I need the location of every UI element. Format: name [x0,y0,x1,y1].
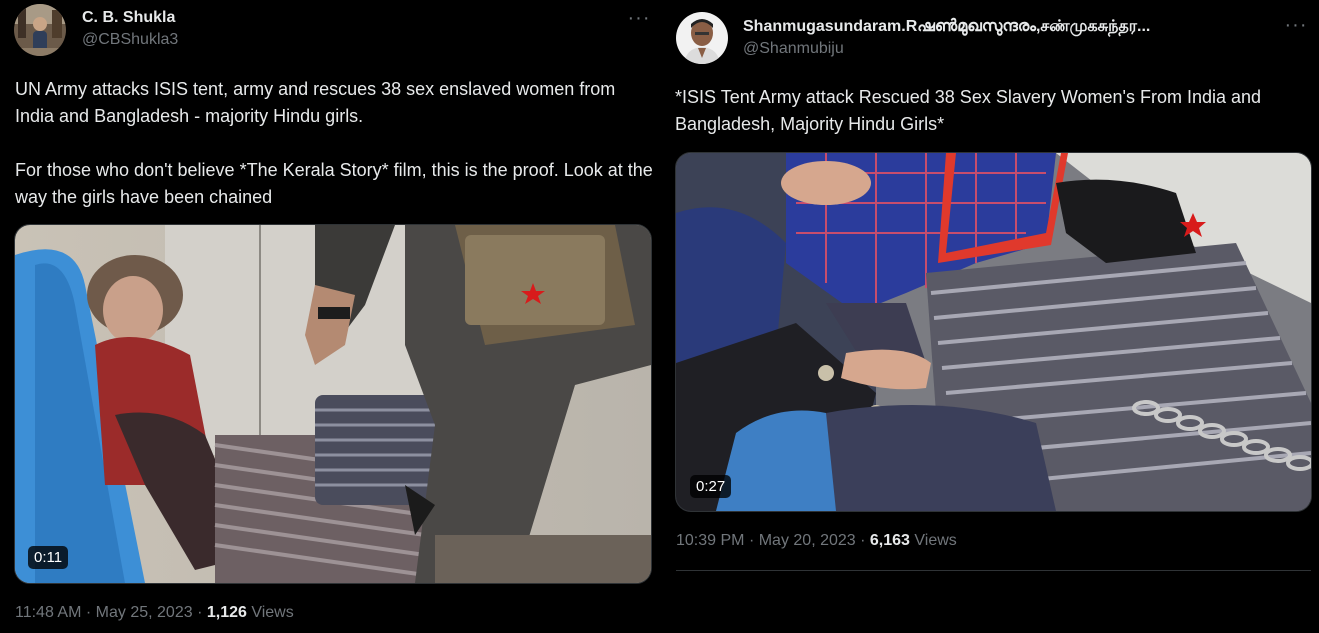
tweet-shanmubiju[interactable]: Shanmugasundaram.Rഷൺമുഖസുന്ദരം,சண்முகசுந… [660,0,1319,633]
avatar[interactable] [14,4,66,56]
tweet-time[interactable]: 10:39 PM [676,532,744,549]
tweet-cbshukla[interactable]: C. B. Shukla @CBShukla3 ··· UN Army atta… [0,0,666,633]
author-name[interactable]: C. B. Shukla [82,9,175,27]
author-name[interactable]: Shanmugasundaram.Rഷൺമുഖസുന്ദരം,சண்முகசுந… [743,17,1273,37]
video-duration: 0:27 [690,475,732,498]
meta-separator: · [748,532,755,549]
tweet-meta: 11:48 AM · May 25, 2023 · 1,126 Views [15,604,294,622]
tweet-date[interactable]: May 20, 2023 [759,532,856,549]
meta-separator: · [85,604,92,621]
tweet-date[interactable]: May 25, 2023 [96,604,193,621]
tweet-paragraph: UN Army attacks ISIS tent, army and resc… [15,79,616,126]
views-count[interactable]: 6,163 [870,532,910,549]
author-handle[interactable]: @CBShukla3 [82,31,178,49]
tweet-time[interactable]: 11:48 AM [15,604,81,621]
views-label: Views [914,532,957,549]
video-duration: 0:11 [28,546,69,569]
tweet-paragraph: For those who don't believe *The Kerala … [15,160,653,207]
author-handle[interactable]: @Shanmubiju [743,40,844,58]
tweet-meta: 10:39 PM · May 20, 2023 · 6,163 Views [676,532,957,550]
meta-separator: · [197,604,203,621]
views-count[interactable]: 1,126 [207,604,247,621]
tweet-text: *ISIS Tent Army attack Rescued 38 Sex Sl… [675,84,1310,138]
tweet-text: UN Army attacks ISIS tent, army and resc… [15,76,655,211]
video-thumbnail [676,153,1311,511]
more-options-icon[interactable]: ··· [1281,15,1311,39]
video-player[interactable]: 0:27 [675,152,1312,512]
video-thumbnail [15,225,651,583]
views-label: Views [251,604,294,621]
divider [676,570,1311,571]
more-options-icon[interactable]: ··· [624,8,654,32]
avatar[interactable] [676,12,728,64]
meta-separator: · [860,532,866,549]
video-player[interactable]: 0:11 [14,224,652,584]
tweet-paragraph: *ISIS Tent Army attack Rescued 38 Sex Sl… [675,87,1262,134]
